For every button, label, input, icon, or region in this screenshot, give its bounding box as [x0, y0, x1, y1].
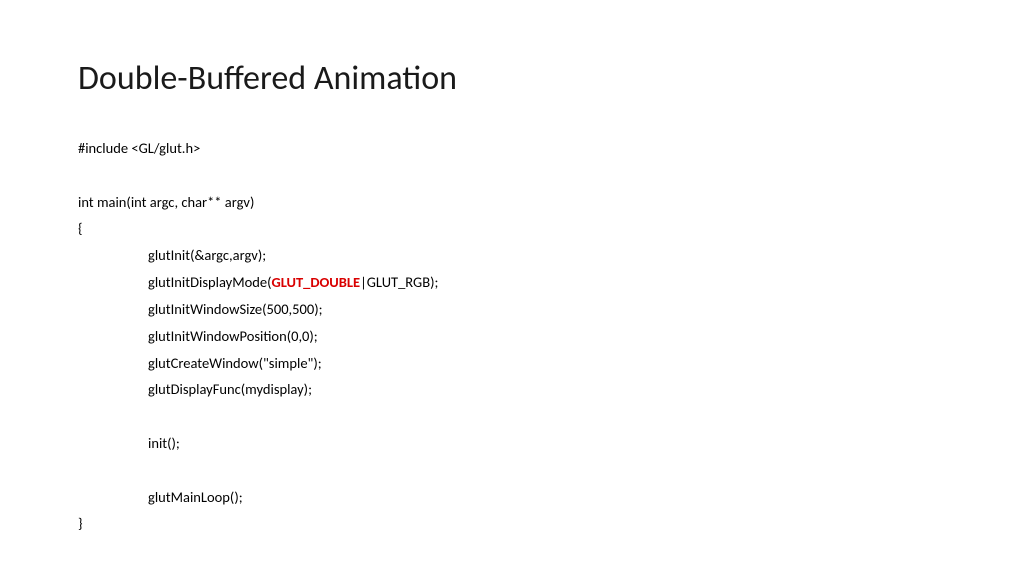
code-line-displaymode: glutInitDisplayMode(GLUT_DOUBLE|GLUT_RGB… — [78, 269, 946, 296]
slide-title: Double-Buffered Animation — [78, 58, 946, 99]
blank-line — [78, 403, 946, 430]
code-line-mainloop: glutMainLoop(); — [78, 484, 946, 511]
code-line-main-sig: int main(int argc, char** argv) — [78, 189, 946, 216]
code-line-brace-close: } — [78, 510, 946, 537]
code-line-windowpos: glutInitWindowPosition(0,0); — [78, 323, 946, 350]
code-line-include: #include <GL/glut.h> — [78, 135, 946, 162]
blank-line — [78, 162, 946, 189]
code-line-displayfunc: glutDisplayFunc(mydisplay); — [78, 376, 946, 403]
code-line-glutinit: glutInit(&argc,argv); — [78, 242, 946, 269]
code-line-windowsize: glutInitWindowSize(500,500); — [78, 296, 946, 323]
code-text-pre: glutInitDisplayMode( — [148, 273, 271, 291]
code-block: #include <GL/glut.h> int main(int argc, … — [78, 135, 946, 537]
code-line-createwindow: glutCreateWindow("simple"); — [78, 350, 946, 377]
code-text-highlight: GLUT_DOUBLE — [271, 273, 360, 291]
code-line-brace-open: { — [78, 215, 946, 242]
code-text-post: |GLUT_RGB); — [360, 273, 438, 291]
blank-line — [78, 457, 946, 484]
code-line-init: init(); — [78, 430, 946, 457]
